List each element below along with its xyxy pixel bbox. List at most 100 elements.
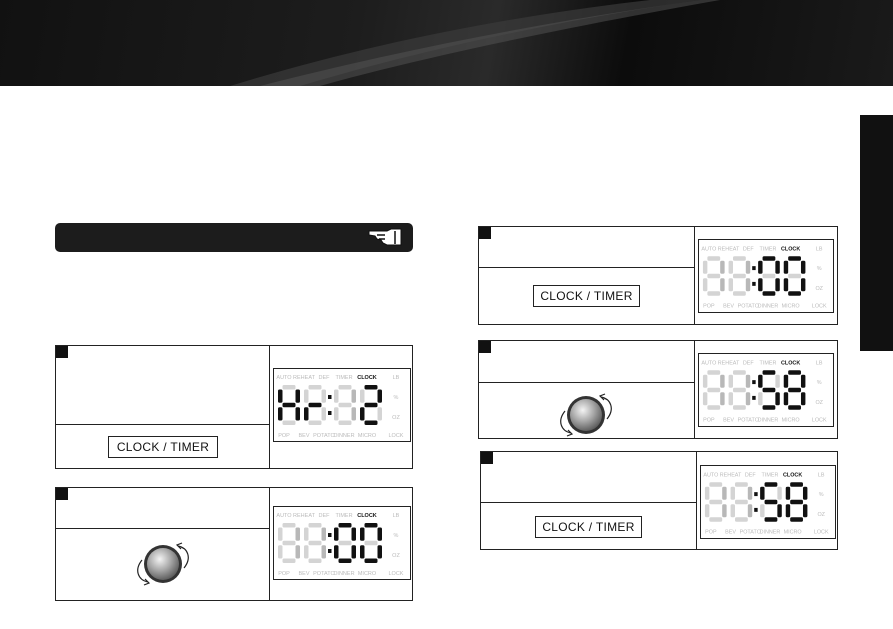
lcd-segment xyxy=(783,278,789,292)
lcd-digit xyxy=(730,482,753,522)
lcd-segment xyxy=(788,370,801,375)
lcd-segment xyxy=(338,523,352,528)
lcd-indicator-label: LOCK xyxy=(812,418,827,424)
lcd-segment xyxy=(321,545,326,559)
section-bar xyxy=(55,223,413,252)
lcd-digit xyxy=(304,385,326,425)
dial-knob-icon[interactable] xyxy=(128,540,198,595)
lcd-colon-dot xyxy=(328,549,332,553)
lcd-colon-dot xyxy=(752,266,756,271)
section-side-tab xyxy=(860,115,893,351)
dial-knob-icon[interactable] xyxy=(551,391,621,446)
lcd-digit xyxy=(360,385,382,425)
lcd-indicator-label: BEV xyxy=(725,530,736,536)
lcd-segment xyxy=(709,499,723,505)
lcd-indicator-label: LOCK xyxy=(389,433,404,439)
lcd-indicator-label: REHEAT xyxy=(718,360,740,366)
lcd-indicator-label: LB xyxy=(393,375,400,381)
step-number-marker xyxy=(56,488,68,500)
lcd-segment xyxy=(282,523,296,528)
lcd-indicator-label: MICRO xyxy=(784,530,802,536)
lcd-segment xyxy=(800,260,806,274)
lcd-segment xyxy=(364,385,378,390)
lcd-segment xyxy=(377,527,382,541)
lcd-colon-dot xyxy=(328,533,332,537)
lcd-segment xyxy=(308,523,322,528)
lcd-segment xyxy=(364,558,378,563)
lcd-segment xyxy=(308,385,322,390)
lcd-digit xyxy=(360,523,382,563)
lcd-segment xyxy=(775,278,780,292)
lcd-segment xyxy=(764,517,778,522)
lcd-indicator-label: BEV xyxy=(298,433,309,439)
lcd-indicator-label: OZ xyxy=(392,415,400,421)
step-panel: CLOCK / TIMER AUTO REHEAT DEF TIMER CLOCK LB P… xyxy=(478,226,838,325)
clock-timer-button[interactable]: CLOCK / TIMER xyxy=(533,285,640,307)
lcd-segment xyxy=(360,389,365,403)
lcd-colon-dot xyxy=(754,507,758,512)
lcd-segment xyxy=(745,278,751,292)
lcd-segment xyxy=(747,486,753,500)
lcd-segment xyxy=(722,486,727,500)
lcd-segment xyxy=(722,504,727,518)
lcd-segment xyxy=(321,407,326,421)
lcd-segment xyxy=(709,482,723,487)
lcd-segment xyxy=(745,392,751,406)
lcd-segment xyxy=(732,256,746,261)
lcd-segment xyxy=(702,392,708,406)
lcd-indicator-label: DEF xyxy=(319,513,331,519)
lcd-segment xyxy=(364,402,378,408)
lcd-indicator-label: DINNER xyxy=(758,304,779,310)
lcd-indicator-label: LOCK xyxy=(814,530,829,536)
lcd-segment xyxy=(732,370,746,375)
lcd-indicator-label: OZ xyxy=(815,286,823,292)
step-panel: AUTO REHEAT DEF TIMER CLOCK LB POP BEV POTATO DIN… xyxy=(478,340,838,439)
lcd-indicator-label: TIMER xyxy=(762,472,779,478)
lcd-indicator-label: % xyxy=(394,533,399,539)
lcd-segment xyxy=(783,374,789,388)
lcd-segment xyxy=(758,392,763,406)
lcd-segment xyxy=(802,486,808,500)
pointing-hand-icon xyxy=(368,228,402,246)
lcd-colon-dot xyxy=(752,281,756,286)
lcd-segment xyxy=(351,407,356,421)
lcd-segment xyxy=(762,370,776,375)
lcd-segment xyxy=(295,545,300,559)
lcd-indicator-label: DEF xyxy=(743,360,755,366)
step-number-marker xyxy=(481,452,493,464)
lcd-digit xyxy=(728,256,751,296)
lcd-digit xyxy=(758,370,780,410)
lcd-segment xyxy=(790,482,803,487)
lcd-segment xyxy=(762,291,776,296)
lcd-indicator-label: POP xyxy=(703,418,715,424)
lcd-segment xyxy=(360,527,365,541)
lcd-segment xyxy=(360,545,365,559)
lcd-segment xyxy=(334,389,339,403)
lcd-indicator-label: REHEAT xyxy=(718,246,740,252)
lcd-segment xyxy=(783,392,789,406)
lcd-indicator-label: POP xyxy=(705,530,717,536)
lcd-segment xyxy=(295,389,300,403)
lcd-segment xyxy=(775,374,780,388)
lcd-segment xyxy=(377,545,382,559)
lcd-indicator-label: OZ xyxy=(392,553,400,559)
lcd-indicator-label: % xyxy=(817,266,822,272)
lcd-indicator-label: POP xyxy=(278,571,290,577)
lcd-indicator-label: LB xyxy=(816,360,823,366)
lcd-segment xyxy=(788,405,801,410)
lcd-digit xyxy=(728,370,751,410)
lcd-indicator-label: OZ xyxy=(817,512,825,518)
lcd-segment xyxy=(282,402,296,408)
clock-timer-button[interactable]: CLOCK / TIMER xyxy=(535,516,642,538)
lcd-segment xyxy=(278,389,283,403)
lcd-segment xyxy=(760,504,765,518)
lcd-indicator-label: CLOCK xyxy=(781,360,800,366)
lcd-segment xyxy=(730,504,735,518)
lcd-segment xyxy=(802,504,808,518)
clock-timer-button[interactable]: CLOCK / TIMER xyxy=(108,436,218,458)
lcd-indicator-label: LOCK xyxy=(812,304,827,310)
lcd-segment xyxy=(747,504,753,518)
lcd-segment xyxy=(338,402,352,408)
lcd-segment xyxy=(707,273,721,279)
lcd-segment xyxy=(338,558,352,563)
